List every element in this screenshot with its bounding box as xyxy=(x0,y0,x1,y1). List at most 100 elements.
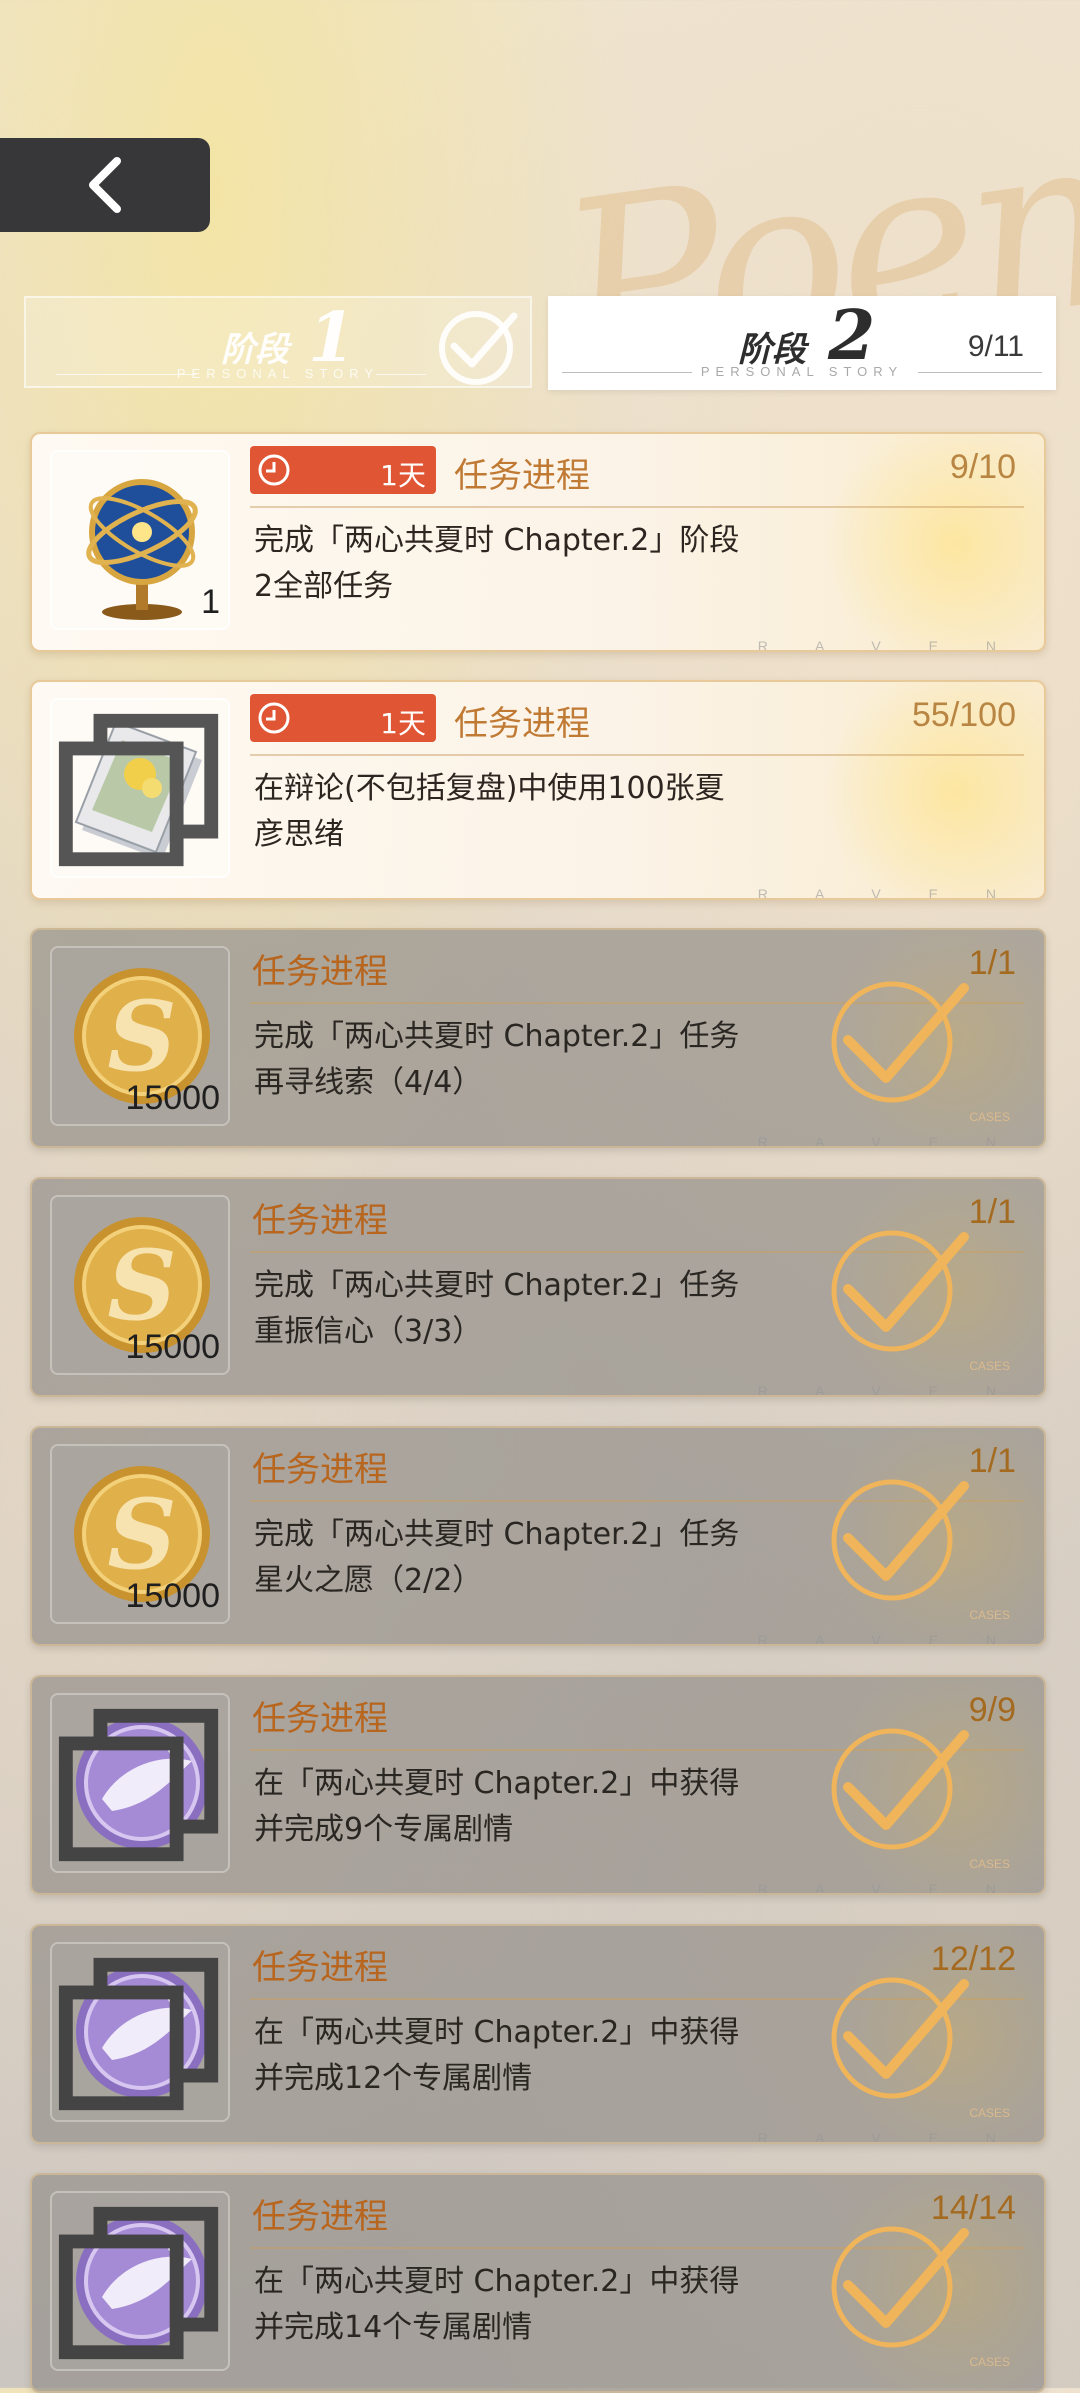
task-title: 任务进程 xyxy=(454,456,590,496)
timer-text: 1天 xyxy=(380,707,426,740)
task-description: 在「两心共夏时 Chapter.2」中获得 并完成9个专属剧情 xyxy=(254,1761,784,1853)
reward-icon[interactable]: S 15000 xyxy=(50,1444,230,1624)
reward-icon[interactable] xyxy=(50,1942,230,2122)
cases-label: CASES xyxy=(969,2355,1010,2369)
clock-icon xyxy=(258,454,290,486)
timer-text: 1天 xyxy=(380,459,426,492)
task-description-line: 完成「两心共夏时 Chapter.2」任务 xyxy=(254,1517,740,1552)
stage-label: 阶段 xyxy=(221,330,289,370)
card-stack-icon xyxy=(58,1957,219,2111)
task-card[interactable]: S 15000 任务进程 1/1 完成「两心共夏时 Chapter.2」任务 再… xyxy=(30,928,1046,1148)
completed-check-icon xyxy=(831,981,969,1103)
card-stack-icon xyxy=(58,2206,219,2360)
raven-label: R A V E N xyxy=(757,2130,1018,2144)
task-title: 任务进程 xyxy=(252,1450,388,1490)
tab-stage-2[interactable]: 阶段 2 PERSONAL STORY 9/11 xyxy=(548,296,1056,390)
reward-icon[interactable] xyxy=(50,2191,230,2371)
reward-count: 1 xyxy=(201,583,220,621)
task-description-line: 在「两心共夏时 Chapter.2」中获得 xyxy=(254,1766,740,1801)
task-progress: 1/1 xyxy=(968,944,1016,982)
reward-count: 15000 xyxy=(125,1328,220,1366)
task-description: 完成「两心共夏时 Chapter.2」任务 重振信心（3/3） xyxy=(254,1263,784,1355)
reward-icon[interactable]: 1 xyxy=(50,450,230,630)
task-description: 完成「两心共夏时 Chapter.2」任务 星火之愿（2/2） xyxy=(254,1512,784,1604)
raven-label: R A V E N xyxy=(757,886,1018,900)
task-title: 任务进程 xyxy=(252,952,388,992)
svg-text:S: S xyxy=(107,1478,176,1591)
task-description: 完成「两心共夏时 Chapter.2」任务 再寻线索（4/4） xyxy=(254,1014,784,1106)
task-description-line: 彦思绪 xyxy=(254,817,344,852)
reward-count: 15000 xyxy=(125,1079,220,1117)
task-card[interactable]: S 15000 任务进程 1/1 完成「两心共夏时 Chapter.2」任务 重… xyxy=(30,1177,1046,1397)
task-description-line: 重振信心（3/3） xyxy=(254,1314,483,1349)
task-progress: 9/9 xyxy=(968,1691,1016,1729)
divider xyxy=(250,506,1024,508)
back-button[interactable] xyxy=(0,138,210,232)
task-description-line: 并完成12个专属剧情 xyxy=(254,2061,533,2096)
timer-badge: 1天 xyxy=(250,446,436,494)
completed-check-icon xyxy=(831,1977,969,2099)
reward-icon[interactable]: S 15000 xyxy=(50,946,230,1126)
raven-label: R A V E N xyxy=(757,638,1018,652)
task-description: 完成「两心共夏时 Chapter.2」阶段 2全部任务 xyxy=(254,518,784,610)
card-stack-icon xyxy=(58,1708,219,1862)
timer-badge: 1天 xyxy=(250,694,436,742)
svg-text:S: S xyxy=(107,1229,176,1342)
reward-icon[interactable]: S 15000 xyxy=(50,1195,230,1375)
stage-subtitle: PERSONAL STORY xyxy=(700,364,904,379)
task-description-line: 在辩论(不包括复盘)中使用100张夏 xyxy=(254,771,725,806)
task-description: 在辩论(不包括复盘)中使用100张夏 彦思绪 xyxy=(254,766,784,858)
task-description-line: 完成「两心共夏时 Chapter.2」任务 xyxy=(254,1019,740,1054)
cases-label: CASES xyxy=(969,1110,1010,1124)
card-stack-icon xyxy=(58,713,219,867)
raven-label: R A V E N xyxy=(757,1632,1018,1646)
task-progress: 1/1 xyxy=(968,1442,1016,1480)
svg-text:S: S xyxy=(107,980,176,1093)
clock-icon xyxy=(258,702,290,734)
completed-check-icon xyxy=(831,1728,969,1850)
completed-check-icon xyxy=(831,1230,969,1352)
reward-count: 15000 xyxy=(125,1577,220,1615)
task-description-line: 完成「两心共夏时 Chapter.2」任务 xyxy=(254,1268,740,1303)
task-title: 任务进程 xyxy=(252,2197,388,2237)
task-description-line: 并完成9个专属剧情 xyxy=(254,1812,514,1847)
task-progress: 55/100 xyxy=(912,696,1016,734)
task-description-line: 再寻线索（4/4） xyxy=(254,1065,483,1100)
task-title: 任务进程 xyxy=(252,1201,388,1241)
task-title: 任务进程 xyxy=(252,1699,388,1739)
raven-label: R A V E N xyxy=(757,1383,1018,1397)
cases-label: CASES xyxy=(969,1608,1010,1622)
task-title: 任务进程 xyxy=(454,704,590,744)
chevron-left-icon xyxy=(89,157,121,213)
completed-check-icon xyxy=(439,311,518,385)
raven-label: R A V E N xyxy=(757,1134,1018,1148)
completed-check-icon xyxy=(831,1479,969,1601)
task-description-line: 完成「两心共夏时 Chapter.2」阶段 xyxy=(254,523,740,558)
task-description-line: 在「两心共夏时 Chapter.2」中获得 xyxy=(254,2015,740,2050)
raven-label: R A V E N xyxy=(757,1881,1018,1895)
reward-icon[interactable] xyxy=(50,1693,230,1873)
task-description-line: 在「两心共夏时 Chapter.2」中获得 xyxy=(254,2264,740,2299)
completed-check-icon xyxy=(831,2226,969,2348)
task-card[interactable]: 任务进程 9/9 在「两心共夏时 Chapter.2」中获得 并完成9个专属剧情… xyxy=(30,1675,1046,1895)
task-card[interactable]: S 15000 任务进程 1/1 完成「两心共夏时 Chapter.2」任务 星… xyxy=(30,1426,1046,1646)
task-card[interactable]: 1天 任务进程 55/100 在辩论(不包括复盘)中使用100张夏 彦思绪 R … xyxy=(30,680,1046,900)
task-description: 在「两心共夏时 Chapter.2」中获得 并完成12个专属剧情 xyxy=(254,2010,784,2102)
task-description: 在「两心共夏时 Chapter.2」中获得 并完成14个专属剧情 xyxy=(254,2259,784,2351)
stage-progress: 9/11 xyxy=(967,330,1024,363)
cases-label: CASES xyxy=(969,1359,1010,1373)
task-description-line: 2全部任务 xyxy=(254,569,394,604)
task-description-line: 星火之愿（2/2） xyxy=(254,1563,483,1598)
reward-icon[interactable] xyxy=(50,698,230,878)
task-card[interactable]: 任务进程 14/14 在「两心共夏时 Chapter.2」中获得 并完成14个专… xyxy=(30,2173,1046,2393)
cases-label: CASES xyxy=(969,1857,1010,1871)
tab-stage-1[interactable]: 阶段 1 PERSONAL STORY xyxy=(24,296,532,388)
task-title: 任务进程 xyxy=(252,1948,388,1988)
task-description-line: 并完成14个专属剧情 xyxy=(254,2310,533,2345)
cases-label: CASES xyxy=(969,2106,1010,2120)
task-card[interactable]: 任务进程 12/12 在「两心共夏时 Chapter.2」中获得 并完成12个专… xyxy=(30,1924,1046,2144)
task-progress: 1/1 xyxy=(968,1193,1016,1231)
task-progress: 9/10 xyxy=(949,448,1016,486)
task-card[interactable]: 1 1天 任务进程 9/10 完成「两心共夏时 Chapter.2」阶段 2全部… xyxy=(30,432,1046,652)
divider xyxy=(250,754,1024,756)
